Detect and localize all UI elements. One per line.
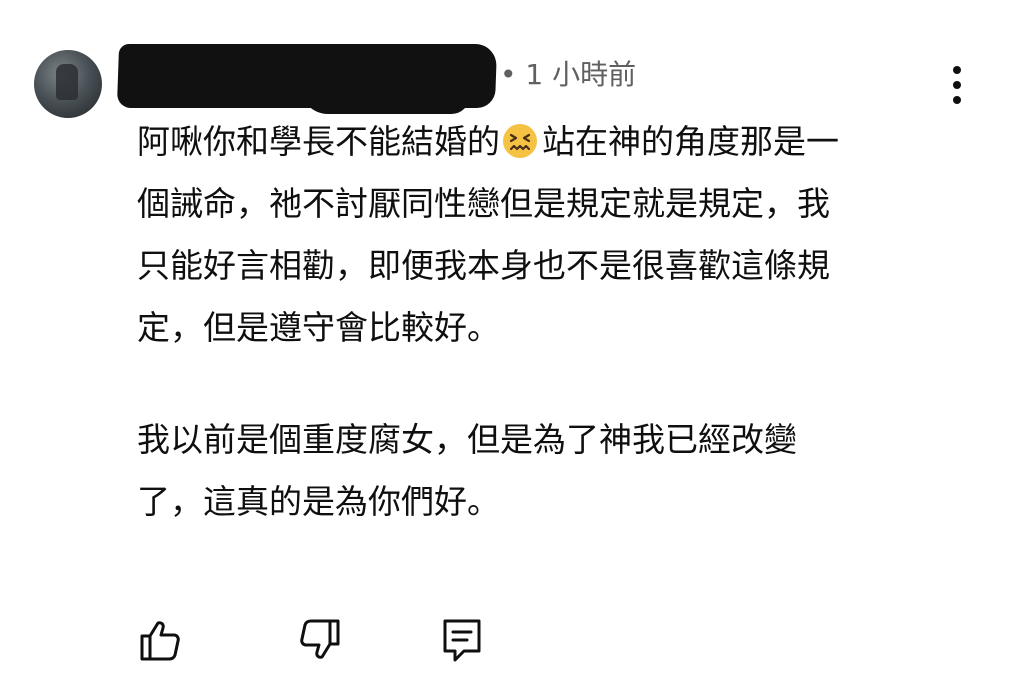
comment-line: 了，這真的是為你們好。 (137, 482, 500, 521)
confounded-face-icon (503, 124, 537, 158)
comment-text-fragment: 站在神的角度那是一 (542, 122, 839, 161)
thumbs-down-icon (300, 619, 340, 659)
more-vertical-icon (953, 66, 961, 74)
more-vertical-icon (953, 81, 961, 89)
comment-line: 個誡命，祂不討厭同性戀但是規定就是規定，我 (137, 184, 830, 223)
comment-timestamp: • 1 小時前 (500, 58, 637, 91)
comment-line: 我以前是個重度腐女，但是為了神我已經改變 (137, 420, 797, 459)
reply-button[interactable] (438, 616, 486, 664)
avatar[interactable] (34, 50, 102, 118)
more-vertical-icon (953, 96, 961, 104)
thumbs-up-icon (140, 621, 180, 661)
paragraph-break (137, 364, 957, 414)
reply-comment-icon (443, 619, 481, 662)
comment-text: 阿啾你和學長不能結婚的 站在神的角度那是一 個誡命，祂不討厭同性戀但是規定就是規… (137, 116, 957, 538)
like-button[interactable] (136, 616, 184, 664)
comment-text-fragment: 阿啾你和學長不能結婚的 (137, 122, 500, 161)
avatar-image-placeholder (56, 64, 78, 100)
comment-line: 定，但是遵守會比較好。 (137, 308, 500, 347)
dislike-button[interactable] (296, 616, 344, 664)
comment-line: 阿啾你和學長不能結婚的 站在神的角度那是一 (137, 116, 957, 168)
comment-line: 只能好言相勸，即便我本身也不是很喜歡這條規 (137, 246, 830, 285)
more-options-button[interactable] (946, 64, 968, 106)
redacted-username-stroke (300, 86, 470, 114)
